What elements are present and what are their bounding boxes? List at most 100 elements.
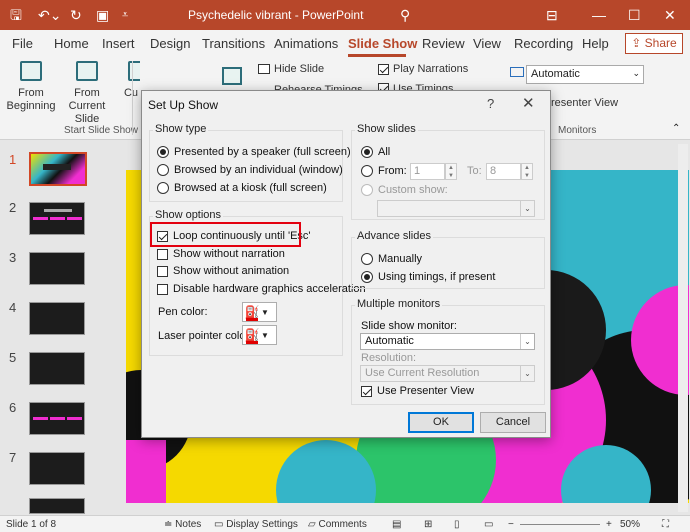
comment-icon: ▱ xyxy=(308,519,319,530)
radio-browsed-by-individual[interactable]: Browsed by an individual (window) xyxy=(157,164,343,176)
set-up-show-dialog: Set Up Show ? ✕ Show type Presented by a… xyxy=(141,90,551,438)
radio-presented-by-speaker[interactable]: Presented by a speaker (full screen) xyxy=(157,146,351,158)
hide-slide-button[interactable]: Hide Slide xyxy=(258,63,324,75)
slide-thumbnail[interactable] xyxy=(29,252,85,285)
ribbon-tabs: File Home Insert Design Transitions Anim… xyxy=(0,30,690,57)
zoom-out-icon[interactable]: − xyxy=(508,519,514,530)
slide-count-status: Slide 1 of 8 xyxy=(6,519,57,530)
search-icon[interactable]: ⚲ xyxy=(400,6,410,24)
close-icon[interactable]: ✕ xyxy=(522,94,535,112)
radio-manually[interactable]: Manually xyxy=(361,253,422,265)
slide-sorter-icon[interactable]: ⊞ xyxy=(424,519,432,530)
slide-thumbnail[interactable] xyxy=(29,302,85,335)
to-slide-input[interactable]: 8 xyxy=(486,163,521,180)
slide-number: 7 xyxy=(9,450,17,465)
tab-view[interactable]: View xyxy=(473,36,501,51)
reading-view-icon[interactable]: ▯ xyxy=(454,519,460,530)
dropdown-arrow-icon: ▼ xyxy=(261,307,269,317)
slide-show-view-icon[interactable]: ▭ xyxy=(484,519,493,530)
tab-transitions[interactable]: Transitions xyxy=(202,36,265,51)
minimize-icon[interactable]: — xyxy=(592,6,606,24)
radio-using-timings[interactable]: Using timings, if present xyxy=(361,271,495,283)
radio-button xyxy=(361,165,373,177)
save-icon[interactable]: 🖫 xyxy=(10,6,22,24)
from-current-slide-button[interactable]: From Current Slide xyxy=(56,61,118,126)
tab-slide-show[interactable]: Slide Show xyxy=(348,36,417,51)
pen-color-label: Pen color: xyxy=(158,306,208,318)
tab-recording[interactable]: Recording xyxy=(514,36,573,51)
resolution-select[interactable]: Use Current Resolution ⌄ xyxy=(360,365,535,382)
tab-animations[interactable]: Animations xyxy=(274,36,338,51)
show-without-animation-checkbox[interactable]: Show without animation xyxy=(157,265,289,277)
display-settings-button[interactable]: ▭ Display Settings xyxy=(214,519,298,530)
play-current-icon xyxy=(76,61,98,81)
slide-thumbnail[interactable] xyxy=(29,452,85,485)
presenter-view-checkbox[interactable]: resenter View xyxy=(551,97,618,109)
tab-file[interactable]: File xyxy=(12,36,33,51)
tab-help[interactable]: Help xyxy=(582,36,609,51)
radio-button xyxy=(157,164,169,176)
tab-insert[interactable]: Insert xyxy=(102,36,135,51)
slide-thumbnail[interactable] xyxy=(29,152,87,186)
laser-pointer-color-button[interactable]: ⛽ ▼ xyxy=(242,325,277,345)
share-button[interactable]: ⇪ Share xyxy=(625,33,683,54)
zoom-in-icon[interactable]: + xyxy=(606,519,612,530)
radio-custom-show[interactable]: Custom show: xyxy=(361,184,448,196)
help-icon[interactable]: ? xyxy=(487,96,494,111)
comments-button[interactable]: ▱ Comments xyxy=(308,519,367,530)
radio-from-slides[interactable]: From: xyxy=(361,165,407,177)
show-without-narration-checkbox[interactable]: Show without narration xyxy=(157,248,285,260)
radio-browsed-at-kiosk[interactable]: Browsed at a kiosk (full screen) xyxy=(157,182,327,194)
title-bar: 🖫 ↶⌄ ↻ ▣ ⩡ Psychedelic vibrant - PowerPo… xyxy=(0,0,690,30)
slide-thumbnail[interactable] xyxy=(29,402,85,435)
checkbox xyxy=(157,283,168,295)
paint-bucket-icon: ⛽ xyxy=(244,328,260,344)
radio-all-slides[interactable]: All xyxy=(361,146,390,158)
custom-show-select[interactable]: ⌄ xyxy=(377,200,535,217)
slide-thumbnail[interactable] xyxy=(29,352,85,385)
multiple-monitors-label: Multiple monitors xyxy=(355,298,443,310)
to-spinner-arrows-icon[interactable]: ▲ ▼ xyxy=(521,163,533,180)
play-narrations-checkbox[interactable]: Play Narrations xyxy=(378,63,468,75)
normal-view-icon[interactable]: ▤ xyxy=(392,519,401,530)
show-options-label: Show options xyxy=(153,209,224,221)
slide-thumbnail[interactable] xyxy=(29,202,85,235)
ok-button[interactable]: OK xyxy=(408,412,474,433)
from-slide-input[interactable]: 1 xyxy=(410,163,445,180)
slide-number: 2 xyxy=(9,200,17,215)
slide-thumbnail[interactable] xyxy=(29,498,85,514)
redo-icon[interactable]: ↻ xyxy=(70,6,82,24)
from-spinner-arrows-icon[interactable]: ▲ ▼ xyxy=(445,163,457,180)
group-label-monitors: Monitors xyxy=(558,125,597,136)
disable-hardware-acceleration-checkbox[interactable]: Disable hardware graphics acceleration xyxy=(157,283,366,295)
close-icon[interactable]: ✕ xyxy=(664,6,676,24)
from-beginning-button[interactable]: From Beginning xyxy=(6,61,56,113)
zoom-slider[interactable] xyxy=(520,524,600,525)
tab-design[interactable]: Design xyxy=(150,36,190,51)
pen-color-button[interactable]: ⛽ ▼ xyxy=(242,302,277,322)
record-icon xyxy=(222,67,242,85)
tab-review[interactable]: Review xyxy=(422,36,465,51)
slide-number: 4 xyxy=(9,300,17,315)
tab-home[interactable]: Home xyxy=(54,36,89,51)
maximize-icon[interactable]: ☐ xyxy=(628,6,641,24)
laser-pointer-color-label: Laser pointer color: xyxy=(158,330,253,342)
dialog-title: Set Up Show xyxy=(148,98,219,112)
ribbon-display-icon[interactable]: ⊟ xyxy=(546,6,558,24)
undo-icon[interactable]: ↶⌄ xyxy=(38,6,61,24)
slide-number: 6 xyxy=(9,400,17,415)
checkbox xyxy=(157,248,168,260)
fit-to-window-icon[interactable]: ⛶ xyxy=(662,519,669,530)
notes-button[interactable]: ≐ Notes xyxy=(164,519,201,530)
collapse-ribbon-icon[interactable]: ⌃ xyxy=(672,123,680,134)
monitor-select[interactable]: Automatic ⌄ xyxy=(526,65,644,84)
slide-show-monitor-select[interactable]: Automatic ⌄ xyxy=(360,333,535,350)
slide-number: 5 xyxy=(9,350,17,365)
vertical-scrollbar[interactable] xyxy=(678,144,688,512)
qat-customize-icon[interactable]: ⩡ xyxy=(122,6,128,24)
custom-slide-show-button[interactable]: Cu xyxy=(122,61,140,100)
use-presenter-view-checkbox[interactable]: Use Presenter View xyxy=(361,385,474,397)
cancel-button[interactable]: Cancel xyxy=(480,412,546,433)
present-icon[interactable]: ▣ xyxy=(96,6,109,24)
zoom-level[interactable]: 50% xyxy=(620,519,640,530)
